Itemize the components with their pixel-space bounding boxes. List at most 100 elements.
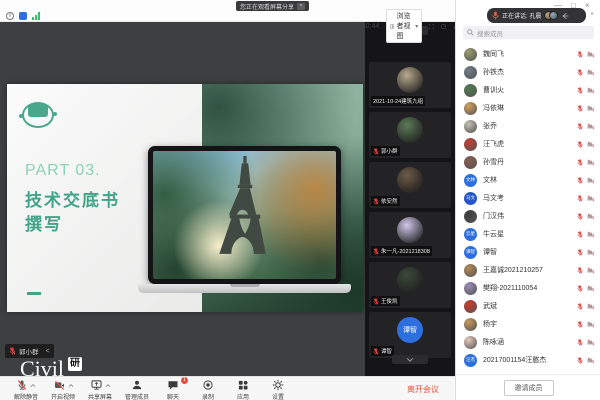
member-mic-off-icon[interactable] xyxy=(577,45,583,63)
member-row[interactable]: 汪飞虎 xyxy=(456,135,600,153)
view-mode-button[interactable]: 浏览者视图 ▾ xyxy=(386,9,422,43)
member-name: 汪飞虎 xyxy=(483,139,577,149)
member-row[interactable]: 文林文林 xyxy=(456,171,600,189)
member-mic-off-icon[interactable] xyxy=(577,333,583,351)
video-tile[interactable]: 王俊凯 xyxy=(369,262,451,308)
member-camera-off-icon[interactable] xyxy=(587,261,595,279)
chat-icon xyxy=(167,379,179,391)
invite-members-button[interactable]: 邀请成员 xyxy=(504,380,554,396)
tile-name-label: 2021-10-24建筑九组 xyxy=(371,96,425,106)
member-row[interactable]: 魏同飞 xyxy=(456,45,600,63)
member-camera-off-icon[interactable] xyxy=(587,99,595,117)
member-mic-off-icon[interactable] xyxy=(577,279,583,297)
fullscreen-icon[interactable] xyxy=(429,22,434,31)
member-camera-off-icon[interactable] xyxy=(587,153,595,171)
member-name: 20217001154汪憨杰 xyxy=(483,355,577,365)
member-row[interactable]: 门汉伟 xyxy=(456,207,600,225)
member-row[interactable]: 谭智谭智 xyxy=(456,243,600,261)
member-camera-off-icon[interactable] xyxy=(587,81,595,99)
leave-meeting-button[interactable]: 离开会议 xyxy=(407,384,439,395)
video-tile[interactable]: 依安然 xyxy=(369,162,451,208)
member-name: 孙雪丹 xyxy=(483,157,577,167)
chevron-down-icon xyxy=(407,358,413,361)
member-row[interactable]: 杨宇 xyxy=(456,315,600,333)
member-mic-off-icon[interactable] xyxy=(577,315,583,333)
member-mic-off-icon[interactable] xyxy=(577,153,583,171)
toolbar-camera-off-button[interactable]: 开启视频 xyxy=(51,379,75,400)
strip-expand-button[interactable] xyxy=(392,355,428,364)
toast-close-icon[interactable]: × xyxy=(590,11,594,18)
member-camera-off-icon[interactable] xyxy=(587,135,595,153)
expand-arrow-icon[interactable] xyxy=(561,12,569,20)
toolbar-label: 解除静音 xyxy=(14,392,38,400)
member-camera-off-icon[interactable] xyxy=(587,45,595,63)
member-mic-off-icon[interactable] xyxy=(577,225,583,243)
member-row[interactable]: 汪杰20217001154汪憨杰 xyxy=(456,351,600,369)
toolbar-record-button[interactable]: 录制 xyxy=(197,379,219,400)
member-camera-off-icon[interactable] xyxy=(587,171,595,189)
popout-window-icon[interactable] xyxy=(441,22,446,31)
security-icon[interactable] xyxy=(19,12,27,20)
member-camera-off-icon[interactable] xyxy=(587,117,595,135)
sharer-name: 郭小群 xyxy=(19,346,39,356)
tile-name-label: 依安然 xyxy=(371,196,400,206)
member-row[interactable]: 孙雪丹 xyxy=(456,153,600,171)
member-row[interactable]: 曹训火 xyxy=(456,81,600,99)
member-camera-off-icon[interactable] xyxy=(587,279,595,297)
member-mic-off-icon[interactable] xyxy=(577,63,583,81)
member-mic-off-icon[interactable] xyxy=(577,207,583,225)
member-search-input[interactable]: 搜索成员 xyxy=(463,26,594,39)
toolbar-screen-share-button[interactable]: 共享屏幕 xyxy=(88,379,112,400)
member-mic-off-icon[interactable] xyxy=(577,171,583,189)
member-camera-off-icon[interactable] xyxy=(587,315,595,333)
meeting-toolbar: 解除静音 开启视频共享屏幕管理成员 1聊天录制应用设置 离开会议 xyxy=(0,376,455,400)
video-tile[interactable]: 郭小群 xyxy=(369,112,451,158)
member-camera-off-icon[interactable] xyxy=(587,297,595,315)
collapse-left-icon[interactable]: < xyxy=(46,348,50,355)
member-mic-off-icon[interactable] xyxy=(577,261,583,279)
member-avatar xyxy=(464,282,477,295)
member-mic-off-icon[interactable] xyxy=(577,99,583,117)
member-row[interactable]: 孙铁杰 xyxy=(456,63,600,81)
banner-close-icon[interactable]: × xyxy=(297,3,305,10)
member-avatar xyxy=(464,336,477,349)
member-camera-off-icon[interactable] xyxy=(587,63,595,81)
member-camera-off-icon[interactable] xyxy=(587,189,595,207)
video-tile[interactable]: 朱一凡-2021218308 xyxy=(369,212,451,258)
member-mic-off-icon[interactable] xyxy=(577,189,583,207)
meeting-timer: 01:10:44 xyxy=(352,23,379,30)
toolbar-apps-button[interactable]: 应用 xyxy=(232,379,254,400)
close-button[interactable]: × xyxy=(585,1,590,10)
member-row[interactable]: 陈咏涵 xyxy=(456,333,600,351)
toolbar-mic-off-button[interactable]: 解除静音 xyxy=(14,379,38,400)
tile-name-label: 谭智 xyxy=(371,346,394,356)
member-camera-off-icon[interactable] xyxy=(587,351,595,369)
member-row[interactable]: 马文马文考 xyxy=(456,189,600,207)
member-row[interactable]: 武斌 xyxy=(456,297,600,315)
member-row[interactable]: 樊翔-2021110054 xyxy=(456,279,600,297)
member-camera-off-icon[interactable] xyxy=(587,225,595,243)
member-camera-off-icon[interactable] xyxy=(587,243,595,261)
member-mic-off-icon[interactable] xyxy=(577,135,583,153)
member-mic-off-icon[interactable] xyxy=(577,243,583,261)
video-tile[interactable]: 谭智谭智 xyxy=(369,312,451,358)
toolbar-members-button[interactable]: 管理成员 xyxy=(125,379,149,400)
member-camera-off-icon[interactable] xyxy=(587,207,595,225)
layout-icon xyxy=(390,22,394,31)
member-mic-off-icon[interactable] xyxy=(577,297,583,315)
member-camera-off-icon[interactable] xyxy=(587,333,595,351)
toolbar-settings-button[interactable]: 设置 xyxy=(267,379,289,400)
member-row[interactable]: 云星牛云星 xyxy=(456,225,600,243)
member-mic-off-icon[interactable] xyxy=(577,351,583,369)
meeting-info-icon[interactable]: i xyxy=(6,12,14,20)
toolbar-chat-button[interactable]: 1聊天 xyxy=(162,379,184,400)
member-row[interactable]: 王嘉诚2021210257 xyxy=(456,261,600,279)
member-avatar xyxy=(464,318,477,331)
member-mic-off-icon[interactable] xyxy=(577,117,583,135)
member-row[interactable]: 冯依琳 xyxy=(456,99,600,117)
member-mic-off-icon[interactable] xyxy=(577,81,583,99)
member-row[interactable]: 张乔 xyxy=(456,117,600,135)
video-tile[interactable]: 2021-10-24建筑九组 xyxy=(369,62,451,108)
speaking-toast: 正在讲话: 孔晨 xyxy=(487,8,586,23)
member-list: 魏同飞孙铁杰曹训火冯依琳张乔汪飞虎孙雪丹文林文林马文马文考门汉伟云星牛云星谭智谭… xyxy=(456,45,600,373)
